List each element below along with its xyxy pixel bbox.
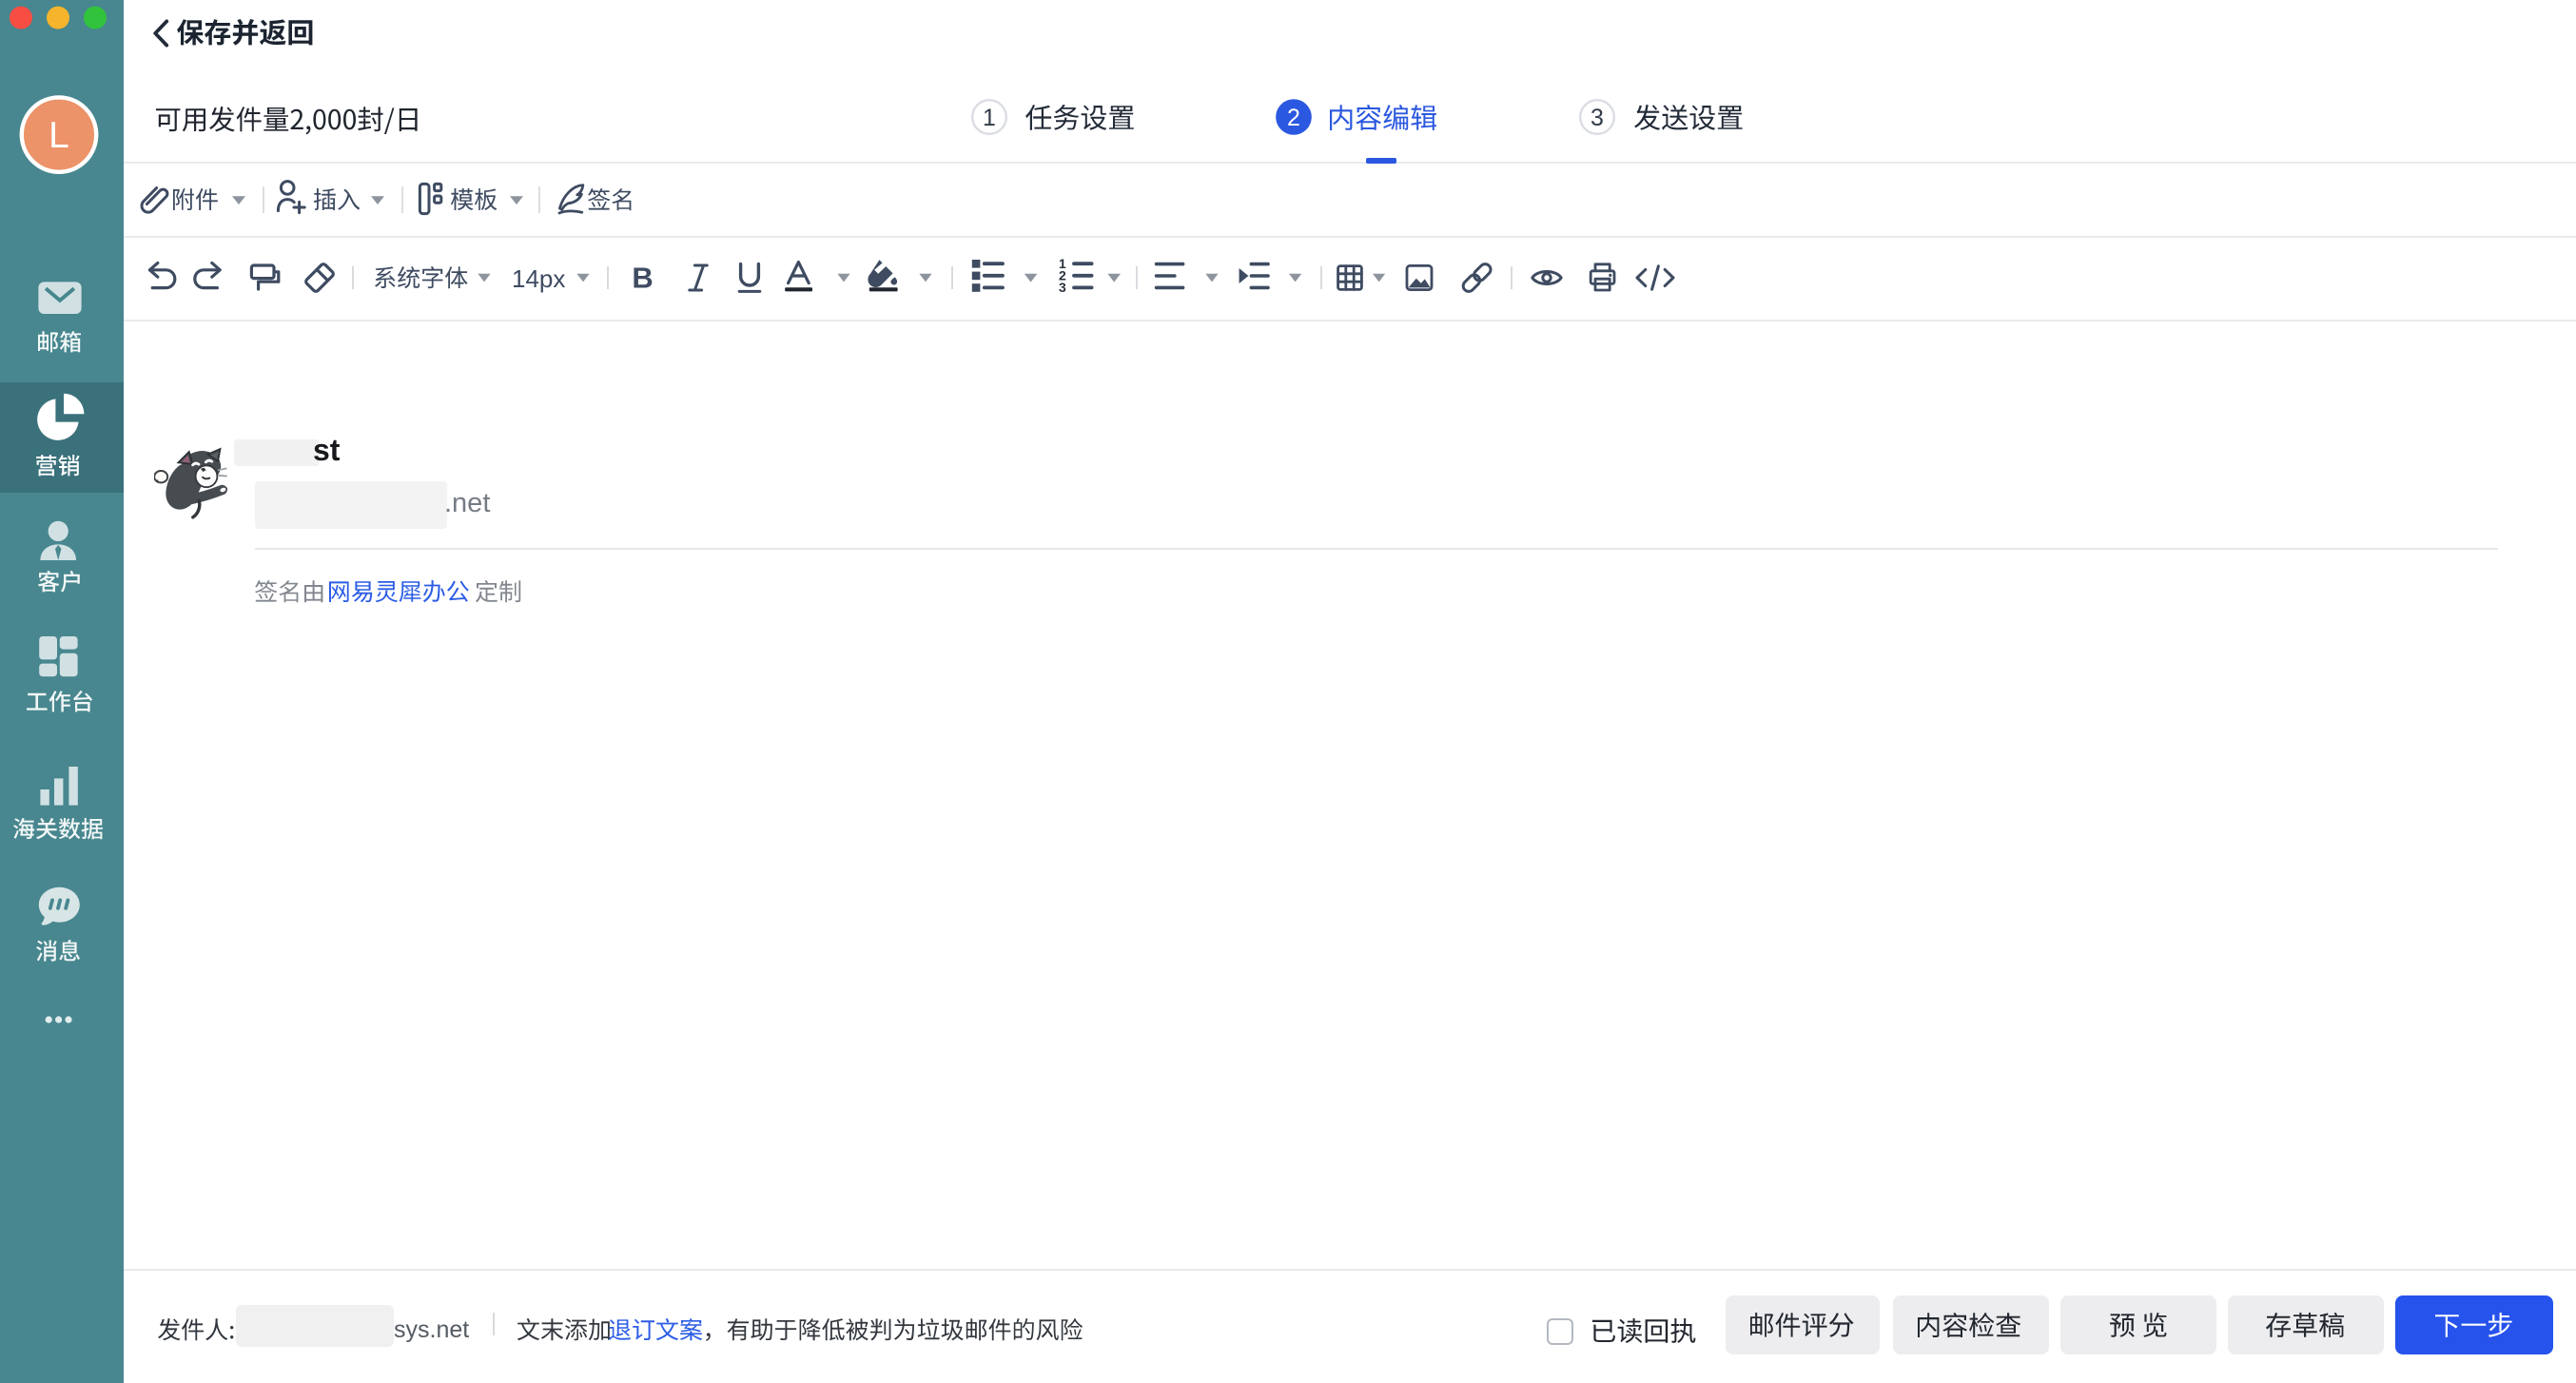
svg-text:3: 3 <box>1059 280 1066 295</box>
svg-text:B: B <box>632 261 653 294</box>
svg-text:L: L <box>49 115 69 156</box>
